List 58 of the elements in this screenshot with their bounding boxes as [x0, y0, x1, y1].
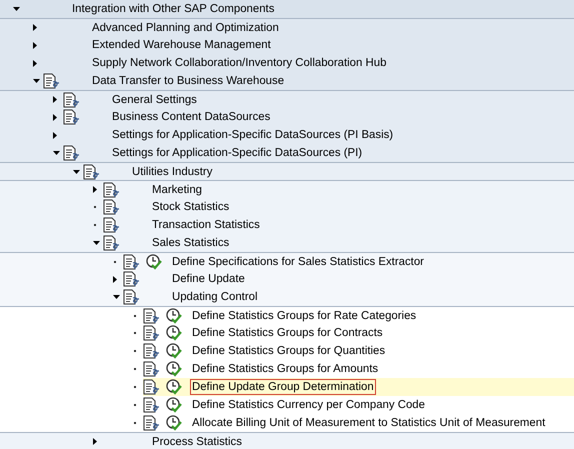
tree-item[interactable]: Define Statistics Currency per Company Code: [190, 397, 427, 413]
collapsed-arrow-icon[interactable]: [53, 132, 57, 138]
collapsed-arrow-icon[interactable]: [33, 60, 37, 66]
document-icon[interactable]: [63, 109, 80, 125]
collapsed-arrow-icon[interactable]: [33, 42, 37, 48]
document-icon[interactable]: [63, 145, 80, 161]
expanded-arrow-icon[interactable]: [13, 7, 20, 11]
clock-check-icon[interactable]: [165, 415, 183, 431]
tree-item[interactable]: Updating Control: [170, 289, 260, 305]
clock-check-icon[interactable]: [165, 397, 183, 413]
tree-item[interactable]: Allocate Billing Unit of Measurement to Statistics Unit of Measurement: [190, 415, 548, 431]
collapsed-arrow-icon[interactable]: [33, 24, 37, 31]
clock-check-icon[interactable]: [165, 361, 183, 377]
document-icon[interactable]: [143, 415, 160, 431]
tree-item[interactable]: Define Update Group Determination: [190, 379, 376, 395]
document-icon[interactable]: [103, 235, 120, 251]
tree-item[interactable]: Define Update: [170, 271, 247, 287]
tree-item[interactable]: Define Statistics Groups for Quantities: [190, 343, 388, 359]
clock-check-icon[interactable]: [165, 343, 183, 359]
document-icon[interactable]: [143, 397, 160, 413]
document-icon[interactable]: [43, 73, 60, 89]
document-icon[interactable]: [123, 271, 140, 287]
document-icon[interactable]: [123, 254, 140, 270]
clock-check-icon[interactable]: [165, 308, 183, 324]
document-icon[interactable]: [103, 182, 120, 198]
clock-check-icon[interactable]: [165, 379, 183, 395]
document-icon[interactable]: [103, 199, 120, 215]
document-icon[interactable]: [103, 217, 120, 233]
clock-check-icon[interactable]: [145, 254, 163, 270]
collapsed-arrow-icon[interactable]: [53, 96, 57, 103]
tree-item[interactable]: Define Statistics Groups for Rate Categories: [190, 308, 418, 324]
collapsed-arrow-icon[interactable]: [93, 186, 97, 193]
document-icon[interactable]: [143, 379, 160, 395]
tree-item[interactable]: Define Statistics Groups for Amounts: [190, 361, 380, 377]
document-icon[interactable]: [143, 343, 160, 359]
document-icon[interactable]: [143, 325, 160, 341]
tree-item[interactable]: Define Statistics Groups for Contracts: [190, 325, 385, 341]
tree-item[interactable]: Transaction Statistics: [150, 217, 262, 233]
expanded-arrow-icon[interactable]: [93, 241, 100, 245]
collapsed-arrow-icon[interactable]: [113, 276, 117, 282]
document-icon[interactable]: [143, 361, 160, 377]
expanded-arrow-icon[interactable]: [53, 151, 60, 155]
tree-item[interactable]: Process Statistics: [150, 434, 244, 449]
document-icon[interactable]: [143, 308, 160, 324]
tree-item[interactable]: Stock Statistics: [150, 199, 232, 215]
document-icon[interactable]: [123, 289, 140, 305]
clock-check-icon[interactable]: [165, 325, 183, 341]
tree-item[interactable]: Sales Statistics: [150, 235, 232, 251]
expanded-arrow-icon[interactable]: [113, 295, 120, 299]
document-icon[interactable]: [63, 92, 80, 108]
collapsed-arrow-icon[interactable]: [93, 438, 97, 445]
tree-item[interactable]: Marketing: [150, 182, 204, 198]
tree-item[interactable]: General Settings: [110, 92, 199, 108]
document-icon[interactable]: [83, 164, 100, 180]
collapsed-arrow-icon[interactable]: [53, 114, 57, 120]
tree-item[interactable]: Utilities Industry: [130, 164, 214, 180]
expanded-arrow-icon[interactable]: [73, 170, 80, 174]
expanded-arrow-icon[interactable]: [33, 79, 40, 83]
